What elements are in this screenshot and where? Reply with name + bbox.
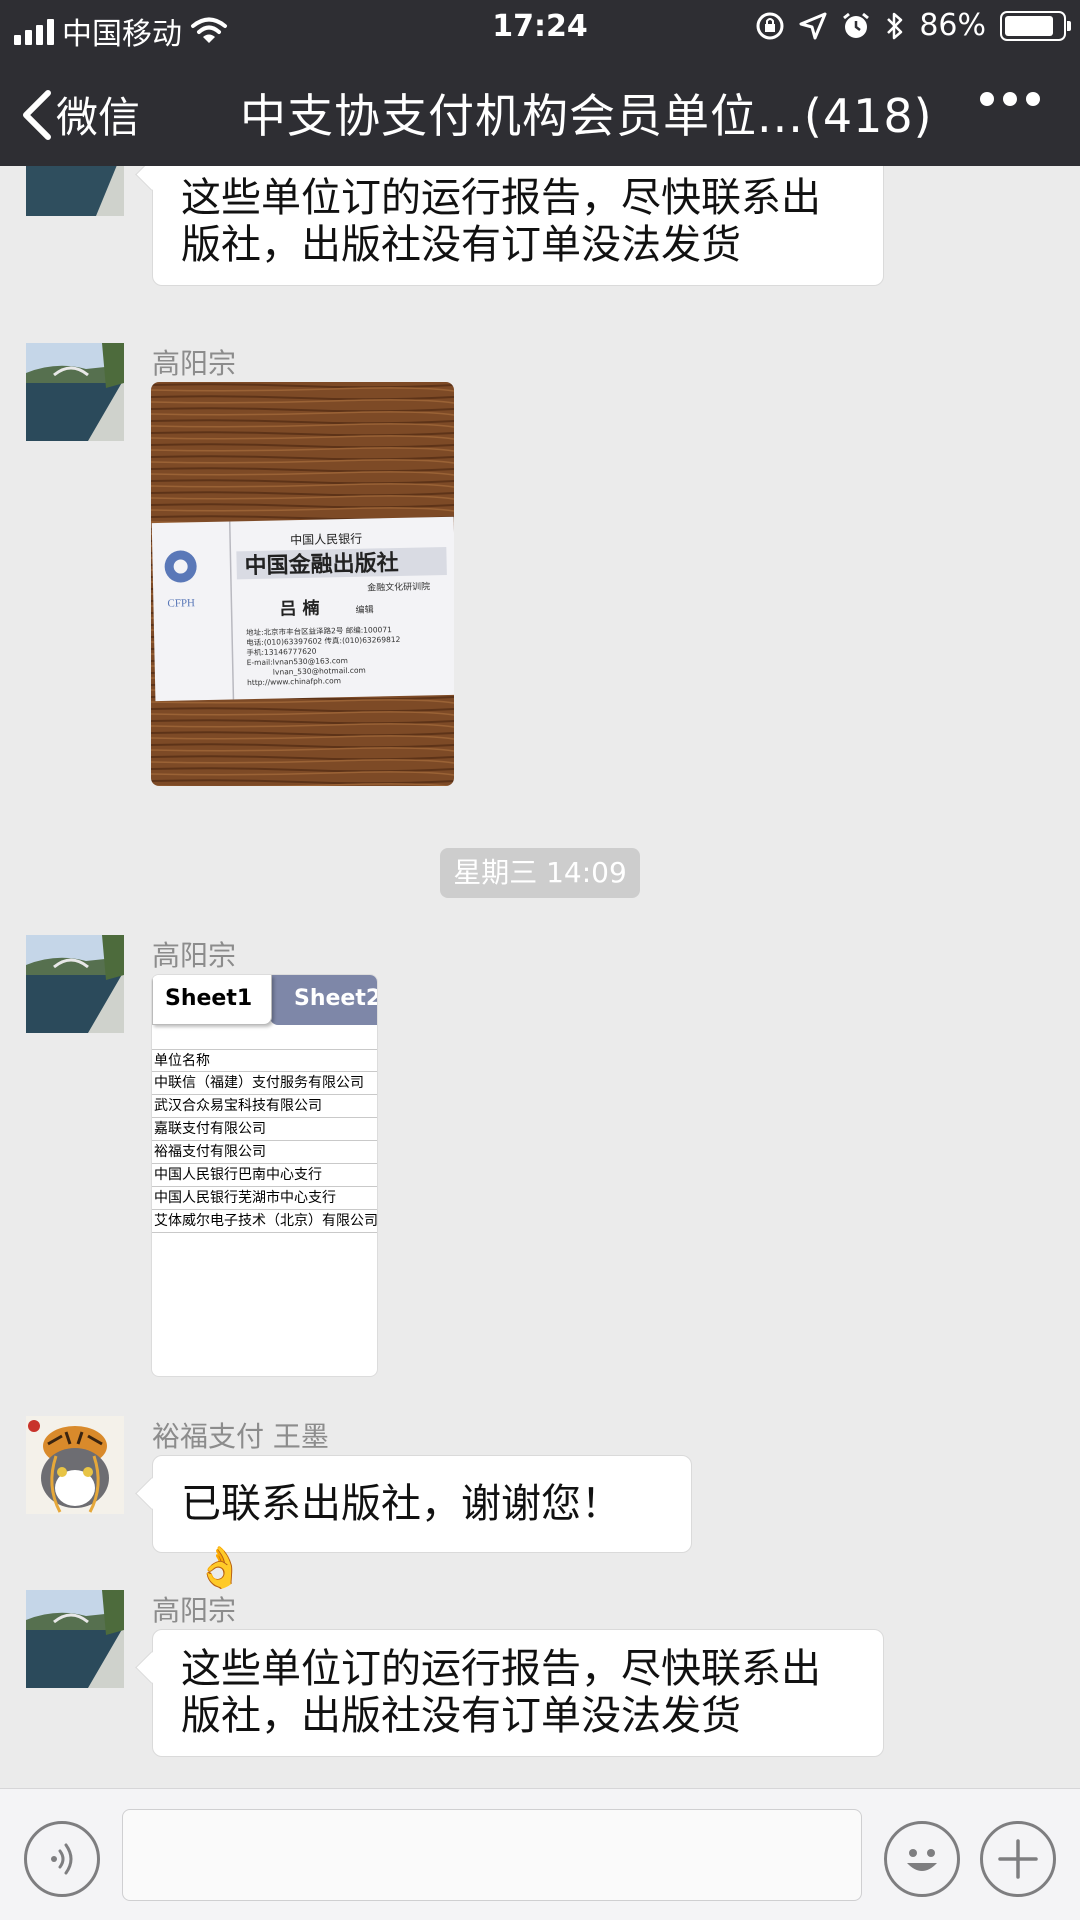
nav-bar: 微信 中支协支付机构会员单位...(418): [0, 54, 1080, 166]
card-publisher: 中国金融出版社: [244, 550, 399, 579]
sheet-row: 裕福支付有限公司: [152, 1141, 377, 1164]
sheet-header-row: 单位名称: [152, 1049, 377, 1072]
message-bubble[interactable]: 这些单位订的运行报告，尽快联系出版社，出版社没有订单没法发货: [152, 1629, 884, 1757]
cat-avatar-image: [26, 1416, 124, 1514]
dot: [980, 92, 994, 106]
sender-name: 高阳宗: [152, 347, 237, 380]
sheet-tabs: Sheet1 Sheet2: [152, 975, 377, 1027]
card-bank: 中国人民银行: [290, 531, 362, 548]
message-bubble[interactable]: 这些单位订的运行报告，尽快联系出版社，出版社没有订单没法发货: [152, 166, 884, 286]
tab-sheet2: Sheet2: [270, 975, 377, 1025]
avatar[interactable]: [26, 1416, 124, 1514]
voice-icon: [51, 1843, 73, 1875]
message-list[interactable]: 这些单位订的运行报告，尽快联系出版社，出版社没有订单没法发货 高阳宗 CFPH …: [0, 166, 1080, 1788]
chevron-left-icon: [23, 89, 51, 140]
tab-sheet1: Sheet1: [152, 975, 272, 1025]
rotation-lock-icon: [756, 12, 784, 39]
image-message[interactable]: CFPH 中国人民银行 中国金融出版社 金融文化研训院 吕 楠 编辑 地址:北京…: [151, 382, 454, 786]
voice-button[interactable]: [24, 1821, 100, 1897]
battery-percent: 86%: [919, 8, 986, 43]
sheet-row: 艾体威尔电子技术（北京）有限公司: [152, 1210, 377, 1233]
avatar[interactable]: [26, 935, 124, 1033]
sheet-row: 嘉联支付有限公司: [152, 1118, 377, 1141]
sender-name: 高阳宗: [152, 1594, 237, 1627]
avatar-image: [26, 166, 124, 216]
avatar[interactable]: [26, 1590, 124, 1688]
alarm-icon: [843, 12, 870, 38]
location-icon: [799, 12, 827, 39]
input-bar: [0, 1788, 1080, 1920]
plus-button[interactable]: [980, 1821, 1056, 1897]
avatar[interactable]: [26, 166, 124, 216]
avatar-image: [26, 1590, 124, 1688]
message-text: 这些单位订的运行报告，尽快联系出版社，出版社没有订单没法发货: [181, 175, 821, 268]
bluetooth-icon: [887, 12, 903, 39]
message-text: 已联系出版社，谢谢您！: [181, 1481, 621, 1527]
business-card-photo: CFPH 中国人民银行 中国金融出版社 金融文化研训院 吕 楠 编辑 地址:北京…: [151, 382, 454, 786]
time-separator: 星期三 14:09: [440, 848, 640, 898]
emoji-button[interactable]: [884, 1821, 960, 1897]
back-button[interactable]: 微信: [20, 84, 140, 145]
sheet-rows: 单位名称 中联信（福建）支付服务有限公司 武汉合众易宝科技有限公司 嘉联支付有限…: [152, 1049, 377, 1233]
message-text: 这些单位订的运行报告，尽快联系出版社，出版社没有订单没法发货: [181, 1646, 821, 1739]
sender-name: 裕福支付 王墨: [152, 1420, 329, 1453]
ok-hand-emoji: 👌: [195, 1545, 245, 1591]
dot: [1003, 92, 1017, 106]
sheet-row: 中联信（福建）支付服务有限公司: [152, 1072, 377, 1095]
sheet-row: 中国人民银行芜湖市中心支行: [152, 1187, 377, 1210]
avatar[interactable]: [26, 343, 124, 441]
sheet-row: 中国人民银行巴南中心支行: [152, 1164, 377, 1187]
more-button[interactable]: [980, 92, 1040, 106]
spreadsheet-preview[interactable]: Sheet1 Sheet2 单位名称 中联信（福建）支付服务有限公司 武汉合众易…: [151, 974, 378, 1377]
message-input[interactable]: [122, 1809, 862, 1901]
header: 中国移动 17:24 86% 微信 中支协支付机构会员单位...(418): [0, 0, 1080, 166]
card-role: 编辑: [355, 603, 373, 615]
avatar-image: [26, 935, 124, 1033]
emoji-icon: [907, 1849, 937, 1871]
dot: [1026, 92, 1040, 106]
plus-icon: [998, 1839, 1038, 1879]
battery-icon: [1000, 10, 1071, 41]
avatar-image: [26, 343, 124, 441]
sheet-row: 武汉合众易宝科技有限公司: [152, 1095, 377, 1118]
card-name: 吕 楠: [279, 598, 319, 620]
card-line: 手机:13146777620: [246, 646, 316, 657]
message-bubble[interactable]: 已联系出版社，谢谢您！ 👌: [152, 1455, 692, 1591]
card-logo: CFPH: [167, 597, 195, 610]
status-bar: 中国移动 17:24 86%: [0, 0, 1080, 54]
sender-name: 高阳宗: [152, 939, 237, 972]
chat-title: 中支协支付机构会员单位...(418): [240, 89, 933, 143]
back-label: 微信: [56, 93, 141, 142]
